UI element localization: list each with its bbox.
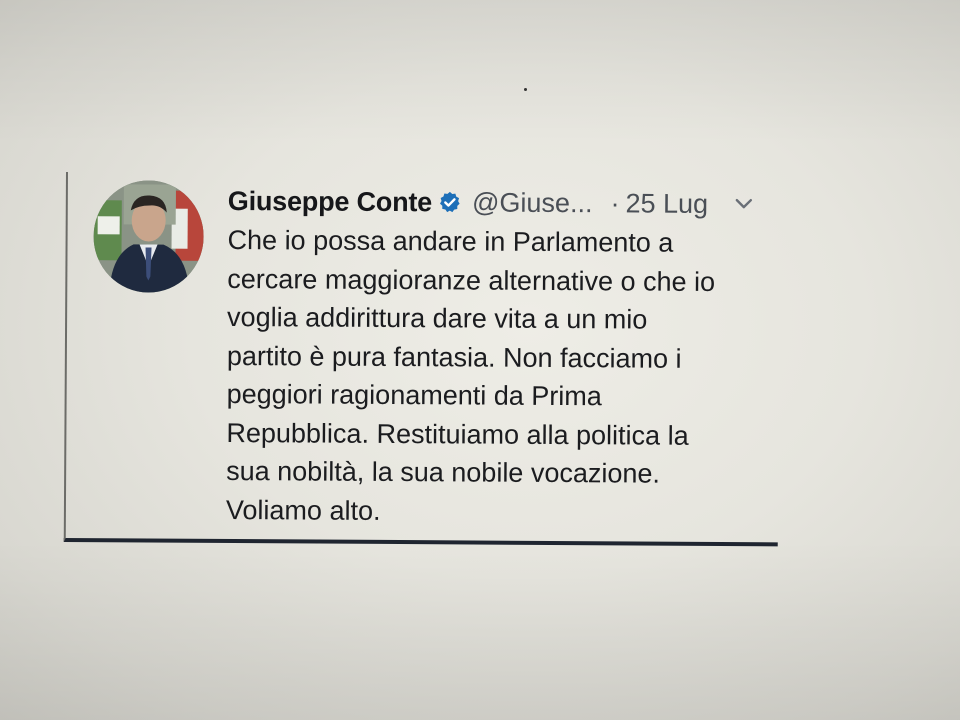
tweet-text-line: sua nobiltà, la sua nobile vocazione.	[226, 455, 661, 489]
tweet-text-line: cercare maggioranze alternative o che io	[227, 263, 716, 297]
tweet-text-line: Voliamo alto.	[225, 494, 381, 526]
author-name[interactable]: Giuseppe Conte	[228, 185, 432, 217]
separator-dot: ·	[610, 187, 620, 218]
tweet-date[interactable]: 25 Lug	[625, 188, 708, 220]
tweet-header: Giuseppe Conte @Giuse... · 25 Lug	[228, 181, 788, 224]
chevron-down-icon[interactable]	[734, 197, 754, 211]
avatar-photo	[93, 180, 204, 293]
tweet-text-line: peggiori ragionamenti da Prima	[226, 378, 602, 412]
tweet-text-line: partito è pura fantasia. Non facciamo i	[226, 340, 682, 374]
tweet-content: Giuseppe Conte @Giuse... · 25 Lug Che io…	[226, 181, 788, 532]
tweet-text-line: Repubblica. Restituiamo alla politica la	[226, 417, 689, 451]
tweet-text-line: voglia addirittura dare vita a un mio	[227, 301, 648, 335]
tweet-text-line: Che io possa andare in Parlamento a	[227, 224, 674, 258]
tweet-text: Che io possa andare in Parlamento a cerc…	[226, 221, 788, 532]
verified-badge-icon	[438, 190, 462, 214]
author-handle[interactable]: @Giuse...	[472, 187, 593, 219]
tweet-card[interactable]: Giuseppe Conte @Giuse... · 25 Lug Che io…	[63, 172, 780, 547]
avatar[interactable]	[93, 180, 204, 293]
screen-speck	[524, 88, 527, 91]
